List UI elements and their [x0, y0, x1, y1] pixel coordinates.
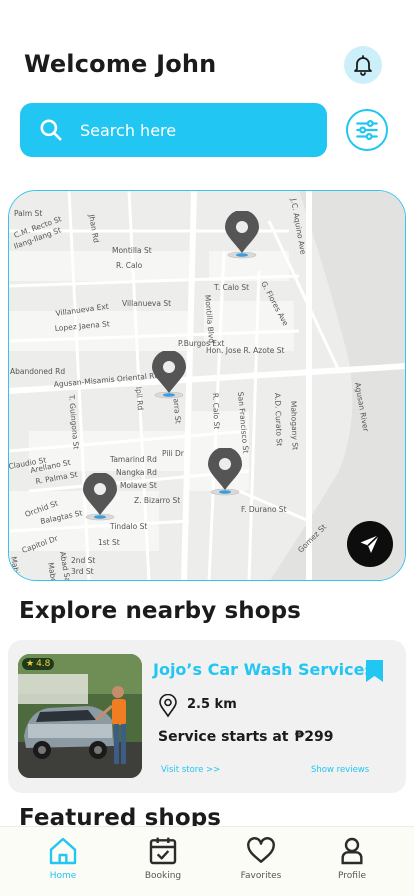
location-pin-icon[interactable]	[149, 351, 189, 401]
map-street-label: F. Durano St	[241, 505, 287, 514]
map-street-label: Abandoned Rd	[10, 367, 65, 376]
map-street-label: Molave St	[120, 481, 157, 490]
filter-button[interactable]	[346, 109, 388, 151]
map-street-label: Mahogany St	[289, 401, 300, 450]
search-bar[interactable]	[20, 103, 327, 157]
map-street-label: Z. Bizarro St	[134, 496, 180, 505]
shop-name[interactable]: Jojo’s Car Wash Services	[153, 660, 374, 679]
nav-item-home[interactable]: Home	[28, 835, 98, 881]
map-street-label: Villanueva St	[122, 299, 171, 308]
bookmark-icon[interactable]	[366, 660, 383, 682]
heart-icon	[247, 837, 275, 863]
nav-item-profile[interactable]: Profile	[317, 835, 387, 881]
map-street-label: R. Calo St	[211, 393, 221, 430]
map-street-label: Tindalo St	[109, 522, 147, 531]
send-icon	[360, 534, 380, 553]
map-street-label: Pili Dr	[162, 449, 185, 458]
shop-image: ★ 4.8	[18, 654, 142, 778]
show-reviews-link[interactable]: Show reviews	[311, 765, 369, 775]
nav-label: Home	[49, 871, 77, 881]
price-info: Service starts at ₱299	[158, 729, 333, 745]
map-street-label: R. Calo	[116, 261, 143, 270]
rating-value: 4.8	[36, 659, 51, 669]
shop-distance: 2.5 km	[187, 697, 237, 712]
search-icon	[40, 119, 62, 141]
map-view[interactable]: Palm St Jhan Rd C.M. Recto St Ilang-Ilan…	[8, 190, 406, 581]
price-value: ₱299	[294, 729, 334, 745]
nav-label: Profile	[338, 871, 366, 881]
location-pin-icon[interactable]	[205, 448, 245, 498]
bell-icon	[354, 55, 372, 76]
home-icon	[49, 837, 77, 865]
visit-store-link[interactable]: Visit store >>	[161, 765, 220, 775]
location-pin-icon	[159, 694, 177, 718]
map-street-label: 3rd St	[71, 567, 94, 576]
header: Welcome John	[24, 46, 390, 86]
map-street-label: T. Calo St	[213, 283, 249, 292]
nav-label: Booking	[144, 871, 182, 881]
car-wash-photo	[18, 654, 142, 778]
map-street-label: Montilla St	[112, 246, 152, 255]
map-street-label: 1st St	[98, 538, 120, 547]
location-pin-icon[interactable]	[222, 211, 262, 261]
price-label: Service starts at	[158, 729, 289, 745]
map-background: Palm St Jhan Rd C.M. Recto St Ilang-Ilan…	[9, 191, 405, 580]
notification-button[interactable]	[344, 46, 382, 84]
shop-card[interactable]: ★ 4.8 Jojo’s Car Wash Services 2.5 km Se…	[8, 640, 406, 793]
location-pin-icon[interactable]	[80, 473, 120, 523]
map-street-label: 2nd St	[71, 556, 95, 565]
user-icon	[341, 837, 363, 865]
map-street-label: Tamarind Rd	[109, 455, 157, 464]
nav-item-booking[interactable]: Booking	[128, 835, 198, 881]
search-row	[20, 103, 390, 157]
explore-section-title: Explore nearby shops	[19, 598, 301, 624]
bottom-nav: Home Booking Favorites Profile	[0, 826, 414, 896]
map-street-label: Nangka Rd	[116, 468, 157, 477]
map-street-label: Hon. Jose R. Azote St	[206, 346, 285, 355]
navigate-button[interactable]	[347, 521, 393, 567]
page-title: Welcome John	[24, 50, 217, 78]
map-street-label: Palm St	[14, 209, 42, 218]
nav-label: Favorites	[240, 871, 282, 881]
rating-badge: ★ 4.8	[22, 658, 55, 670]
sliders-icon	[356, 120, 378, 140]
map-street-label: A.D. Curato St	[273, 393, 284, 447]
star-icon: ★	[26, 659, 35, 669]
search-input[interactable]	[80, 120, 280, 140]
calendar-icon	[149, 837, 177, 865]
nav-item-favorites[interactable]: Favorites	[226, 835, 296, 881]
